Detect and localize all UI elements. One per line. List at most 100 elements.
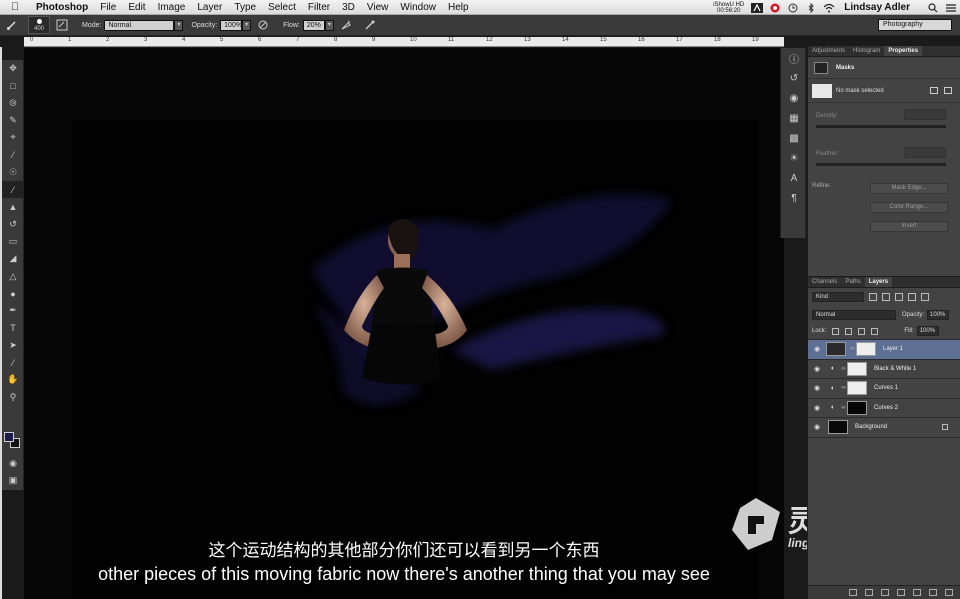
filter-shape-icon[interactable] bbox=[908, 293, 916, 301]
color-range-button[interactable]: Color Range... bbox=[870, 202, 948, 213]
blur-tool-icon[interactable]: △ bbox=[2, 268, 24, 285]
marquee-tool-icon[interactable]: □ bbox=[2, 77, 24, 94]
lasso-tool-icon[interactable]: ⧁ bbox=[2, 95, 24, 112]
pressure-size-icon[interactable] bbox=[362, 18, 378, 32]
crop-tool-icon[interactable]: ⌖ bbox=[2, 129, 24, 146]
filter-pixel-icon[interactable] bbox=[869, 293, 877, 301]
mode-select[interactable]: Normal bbox=[104, 19, 175, 31]
lock-position-icon[interactable] bbox=[858, 327, 866, 335]
link-layers-icon[interactable] bbox=[849, 589, 857, 596]
brush-size-picker[interactable]: 400 bbox=[28, 16, 50, 34]
foreground-color-swatch[interactable] bbox=[4, 432, 14, 442]
line-tool-icon[interactable]: ⁄ bbox=[2, 354, 24, 371]
clone-stamp-tool-icon[interactable]: ▲ bbox=[2, 198, 24, 215]
styles-icon[interactable]: ▩ bbox=[781, 128, 807, 148]
notification-center-icon[interactable] bbox=[945, 3, 957, 13]
opacity-dropdown-icon[interactable]: ▾ bbox=[242, 19, 252, 31]
pixel-mask-icon[interactable] bbox=[930, 87, 938, 94]
time-machine-icon[interactable] bbox=[787, 3, 799, 13]
info-icon[interactable]: ⓘ bbox=[781, 48, 807, 68]
tab-paths[interactable]: Paths bbox=[841, 277, 864, 287]
visibility-eye-icon[interactable]: ◉ bbox=[808, 404, 826, 412]
menu-view[interactable]: View bbox=[361, 2, 395, 13]
channels-icon[interactable]: ◉ bbox=[781, 88, 807, 108]
hand-tool-icon[interactable]: ✋ bbox=[2, 371, 24, 388]
character-icon[interactable]: A bbox=[781, 168, 807, 188]
new-group-icon[interactable] bbox=[913, 589, 921, 596]
layer-filter-kind[interactable]: Kind bbox=[812, 292, 864, 302]
pen-tool-icon[interactable]: ✒ bbox=[2, 302, 24, 319]
lock-transparency-icon[interactable] bbox=[832, 327, 840, 335]
dodge-tool-icon[interactable]: ● bbox=[2, 285, 24, 302]
menu-app[interactable]: Photoshop bbox=[30, 2, 94, 13]
lock-all-icon[interactable] bbox=[871, 327, 879, 335]
visibility-eye-icon[interactable]: ◉ bbox=[808, 365, 826, 373]
adobe-icon[interactable] bbox=[751, 2, 764, 13]
layer-mask-thumbnail[interactable] bbox=[847, 400, 867, 415]
invert-button[interactable]: Invert bbox=[870, 221, 948, 232]
document-canvas[interactable] bbox=[72, 120, 758, 599]
flow-input[interactable]: 20% bbox=[302, 19, 325, 31]
tab-histogram[interactable]: Histogram bbox=[849, 46, 884, 56]
adjustments-sun-icon[interactable]: ☀ bbox=[781, 148, 807, 168]
zoom-tool-icon[interactable]: ⚲ bbox=[2, 389, 24, 406]
layer-row-black-white-1[interactable]: ◉ ◐ ∞ Black & White 1 bbox=[808, 360, 960, 379]
spot-healing-tool-icon[interactable]: ☉ bbox=[2, 164, 24, 181]
blend-mode-select[interactable]: Normal bbox=[812, 309, 896, 320]
layer-row-layer-1[interactable]: ◉ ∞ Layer 1 bbox=[808, 340, 960, 360]
tab-channels[interactable]: Channels bbox=[808, 277, 841, 287]
screen-mode-icon[interactable]: ▣ bbox=[2, 472, 24, 489]
tab-layers[interactable]: Layers bbox=[864, 277, 893, 287]
menu-select[interactable]: Select bbox=[262, 2, 302, 13]
new-layer-icon[interactable] bbox=[929, 589, 937, 596]
airbrush-icon[interactable] bbox=[338, 18, 354, 32]
menu-edit[interactable]: Edit bbox=[122, 2, 151, 13]
chain-link-icon[interactable]: ∞ bbox=[840, 366, 847, 372]
chain-link-icon[interactable]: ∞ bbox=[840, 405, 847, 411]
quick-mask-icon[interactable]: ◉ bbox=[2, 455, 24, 472]
mask-edge-button[interactable]: Mask Edge... bbox=[870, 183, 948, 194]
flow-dropdown-icon[interactable]: ▾ bbox=[324, 19, 334, 31]
layer-opacity-input[interactable]: 100% bbox=[927, 309, 950, 320]
visibility-eye-icon[interactable]: ◉ bbox=[808, 345, 826, 353]
vector-mask-icon[interactable] bbox=[944, 87, 952, 94]
brush-panel-toggle-icon[interactable] bbox=[54, 18, 70, 32]
menu-image[interactable]: Image bbox=[152, 2, 192, 13]
recorder-status[interactable]: iShowU HD 00:56:20 bbox=[709, 2, 748, 14]
brush-tool-preset-icon[interactable] bbox=[4, 18, 20, 32]
layer-row-curves-2[interactable]: ◉ ◐ ∞ Curves 2 bbox=[808, 399, 960, 418]
layer-row-background[interactable]: ◉ Background bbox=[808, 418, 960, 438]
visibility-eye-icon[interactable]: ◉ bbox=[808, 384, 826, 392]
wifi-icon[interactable] bbox=[823, 3, 835, 13]
mode-dropdown-icon[interactable]: ▾ bbox=[174, 19, 184, 31]
creative-cloud-icon[interactable] bbox=[769, 3, 781, 13]
filter-adjustment-icon[interactable] bbox=[882, 293, 890, 301]
menu-help[interactable]: Help bbox=[442, 2, 475, 13]
menu-layer[interactable]: Layer bbox=[191, 2, 228, 13]
workspace-switcher[interactable]: Photography bbox=[878, 19, 952, 31]
brush-tool-icon[interactable]: ∕ bbox=[2, 181, 24, 199]
paragraph-icon[interactable]: ¶ bbox=[781, 188, 807, 208]
fill-input[interactable]: 100% bbox=[916, 326, 939, 336]
paint-bucket-tool-icon[interactable]: ◢ bbox=[2, 250, 24, 267]
menu-file[interactable]: File bbox=[94, 2, 122, 13]
visibility-eye-icon[interactable]: ◉ bbox=[808, 423, 826, 431]
add-mask-icon[interactable] bbox=[881, 589, 889, 596]
lock-pixels-icon[interactable] bbox=[845, 327, 853, 335]
layer-row-curves-1[interactable]: ◉ ◐ ∞ Curves 1 bbox=[808, 379, 960, 399]
history-brush-tool-icon[interactable]: ↺ bbox=[2, 216, 24, 233]
bluetooth-icon[interactable] bbox=[805, 2, 817, 13]
layer-style-icon[interactable] bbox=[865, 589, 873, 596]
quick-selection-tool-icon[interactable]: ✎ bbox=[2, 112, 24, 129]
menu-window[interactable]: Window bbox=[394, 2, 442, 13]
delete-layer-icon[interactable] bbox=[945, 589, 953, 596]
swatches-grid-icon[interactable]: ▦ bbox=[781, 108, 807, 128]
opacity-input[interactable]: 100% bbox=[220, 19, 243, 31]
type-tool-icon[interactable]: T bbox=[2, 319, 24, 336]
new-adjustment-icon[interactable] bbox=[897, 589, 905, 596]
history-icon[interactable]: ↺ bbox=[781, 68, 807, 88]
pressure-opacity-icon[interactable] bbox=[255, 18, 271, 32]
move-tool-icon[interactable]: ✥ bbox=[2, 60, 24, 77]
layer-mask-thumbnail[interactable] bbox=[847, 381, 867, 396]
pasteboard[interactable] bbox=[24, 48, 784, 599]
